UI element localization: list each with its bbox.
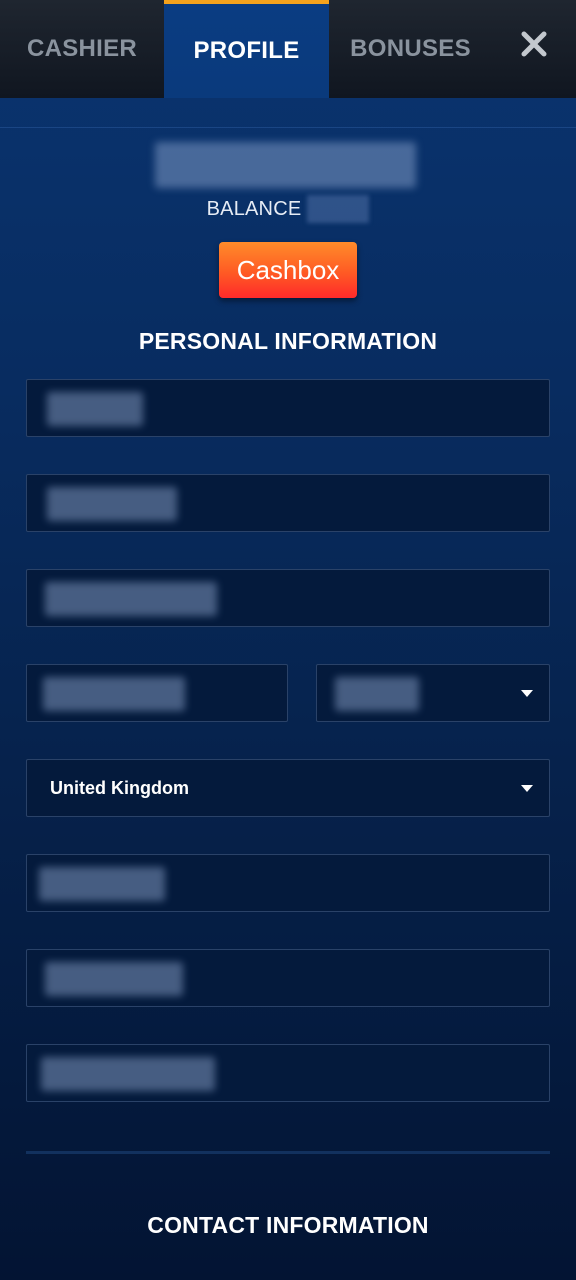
field-value-redacted [45, 582, 217, 616]
section-divider [26, 1151, 550, 1154]
field-value-redacted [47, 487, 177, 521]
tab-bonuses[interactable]: BONUSES [329, 0, 492, 98]
personal-information-title: PERSONAL INFORMATION [138, 328, 438, 354]
phone-field[interactable] [26, 1044, 550, 1102]
tab-profile[interactable]: PROFILE [164, 0, 329, 98]
tab-cashier[interactable]: CASHIER [0, 0, 164, 98]
field-value-redacted [43, 677, 185, 711]
field-value-redacted [45, 962, 183, 996]
balance-row: BALANCE [0, 194, 576, 224]
country-select[interactable]: United Kingdom [26, 759, 550, 817]
field-value-redacted [39, 867, 165, 901]
field-value-redacted [41, 1057, 215, 1091]
profile-screen: CASHIER PROFILE BONUSES BALANCE Cashbox … [0, 0, 576, 1280]
close-icon [521, 31, 547, 57]
birthdate-field[interactable] [26, 949, 550, 1007]
close-button[interactable] [510, 20, 558, 68]
first-name-field[interactable] [26, 379, 550, 437]
postcode-field[interactable] [26, 854, 550, 912]
city-field[interactable] [26, 664, 288, 722]
last-name-field[interactable] [26, 474, 550, 532]
username-redacted [155, 142, 416, 188]
address-field[interactable] [26, 569, 550, 627]
field-value-redacted [335, 677, 419, 711]
balance-label: BALANCE [206, 197, 302, 220]
header-divider [0, 127, 576, 128]
chevron-down-icon [521, 785, 533, 792]
balance-value-redacted [307, 195, 370, 223]
chevron-down-icon [521, 690, 533, 697]
cashbox-button[interactable]: Cashbox [219, 242, 357, 298]
region-select[interactable] [316, 664, 550, 722]
contact-information-title: CONTACT INFORMATION [147, 1212, 429, 1238]
field-value-redacted [47, 392, 143, 426]
country-value: United Kingdom [50, 777, 189, 798]
tab-bar: CASHIER PROFILE BONUSES [0, 0, 576, 98]
